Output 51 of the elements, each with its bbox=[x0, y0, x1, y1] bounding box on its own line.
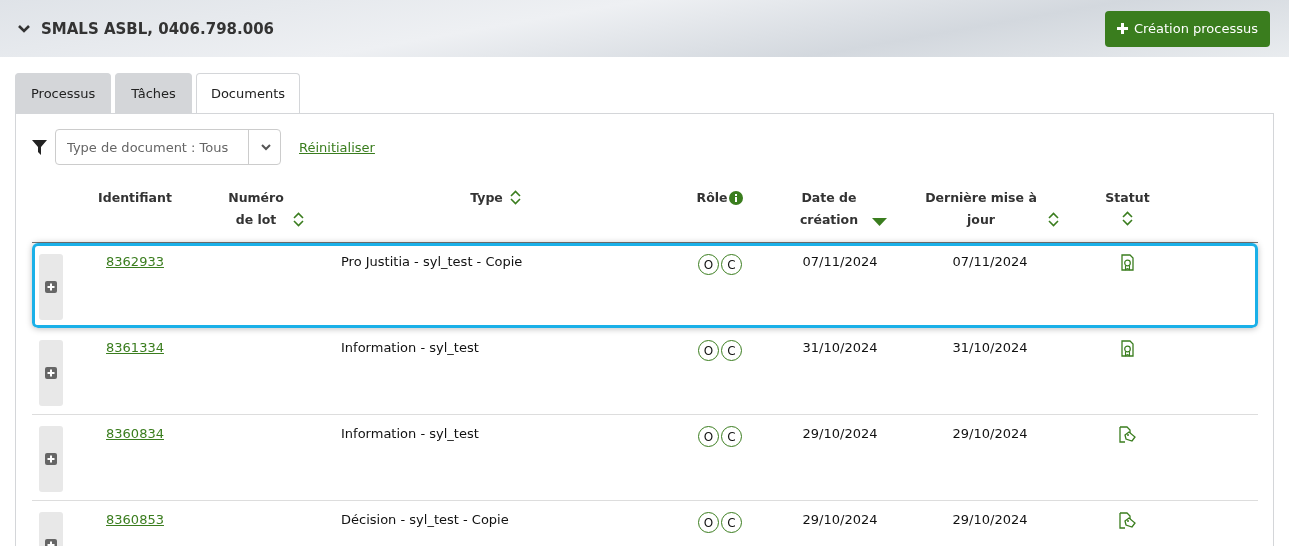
document-id-link[interactable]: 8360853 bbox=[106, 512, 164, 527]
document-id-link[interactable]: 8361334 bbox=[106, 340, 164, 355]
expand-button[interactable] bbox=[39, 254, 63, 320]
table-cell: 07/11/2024 bbox=[952, 254, 1028, 269]
column-header: Rôle bbox=[696, 189, 728, 207]
plus-square-icon bbox=[45, 453, 57, 465]
tab[interactable]: Tâches bbox=[115, 73, 192, 113]
table-cell: 31/10/2024 bbox=[952, 340, 1028, 355]
create-process-button[interactable]: Création processus bbox=[1104, 10, 1270, 47]
info-icon[interactable] bbox=[729, 191, 744, 205]
plus-icon bbox=[1115, 22, 1129, 35]
sort-icon[interactable] bbox=[509, 190, 521, 205]
document-id-link[interactable]: 8362933 bbox=[106, 254, 164, 269]
column-header[interactable]: Dernière mise à jour bbox=[921, 187, 1041, 231]
plus-square-icon bbox=[45, 367, 57, 379]
filter-icon bbox=[32, 139, 47, 155]
document-type-select-input[interactable]: Type de document : Tous bbox=[56, 139, 248, 155]
table-cell: 29/10/2024 bbox=[952, 426, 1028, 441]
table-row[interactable]: 8360853 Décision - syl_test - Copie O C 29/10/2024 29/10/2024 bbox=[32, 501, 1258, 546]
column-header[interactable]: Type bbox=[470, 187, 503, 209]
document-id-link[interactable]: 8360834 bbox=[106, 426, 164, 441]
document-type-dropdown[interactable]: Type de document : Tous bbox=[55, 129, 281, 165]
table-row[interactable]: 8361334 Information - syl_test O C 31/10/2024 31/10/2024 bbox=[32, 329, 1258, 415]
tab[interactable]: Processus bbox=[15, 73, 112, 113]
expand-button[interactable] bbox=[39, 426, 63, 492]
column-header[interactable]: Numéro de lot bbox=[226, 187, 286, 231]
table-cell: 29/10/2024 bbox=[802, 512, 878, 527]
sort-icon[interactable] bbox=[293, 212, 304, 227]
table-cell: 29/10/2024 bbox=[952, 512, 1028, 527]
table-cell: Pro Justitia - syl_test - Copie bbox=[341, 254, 523, 269]
plus-square-icon bbox=[45, 281, 57, 293]
column-header: Identifiant bbox=[98, 189, 172, 207]
table-cell: Information - syl_test bbox=[341, 340, 479, 355]
reset-link[interactable]: Réinitialiser bbox=[299, 139, 375, 155]
table-cell: 07/11/2024 bbox=[802, 254, 878, 269]
table-row[interactable]: 8360834 Information - syl_test O C 29/10/2024 29/10/2024 bbox=[32, 415, 1258, 501]
table-row[interactable]: 8362933 Pro Justitia - syl_test - Copie O C 07/11/2024 07/11/2024 bbox=[32, 243, 1258, 329]
table-cell: Décision - syl_test - Copie bbox=[341, 512, 509, 527]
expand-button[interactable] bbox=[39, 340, 63, 406]
table-cell: Information - syl_test bbox=[341, 426, 479, 441]
chevron-icon[interactable] bbox=[17, 23, 31, 34]
tab[interactable]: Documents bbox=[195, 73, 300, 113]
organization-title: SMALS ASBL, 0406.798.006 bbox=[41, 19, 274, 38]
sort-icon[interactable] bbox=[1048, 212, 1059, 227]
table-cell: 29/10/2024 bbox=[802, 426, 878, 441]
table-cell: 31/10/2024 bbox=[802, 340, 878, 355]
sort-icon[interactable] bbox=[1122, 211, 1133, 226]
chevron-down-icon bbox=[261, 143, 271, 151]
sort-descending-icon[interactable] bbox=[872, 218, 887, 227]
column-header[interactable]: Statut bbox=[1105, 187, 1150, 209]
column-header[interactable]: Date de création bbox=[793, 187, 865, 231]
